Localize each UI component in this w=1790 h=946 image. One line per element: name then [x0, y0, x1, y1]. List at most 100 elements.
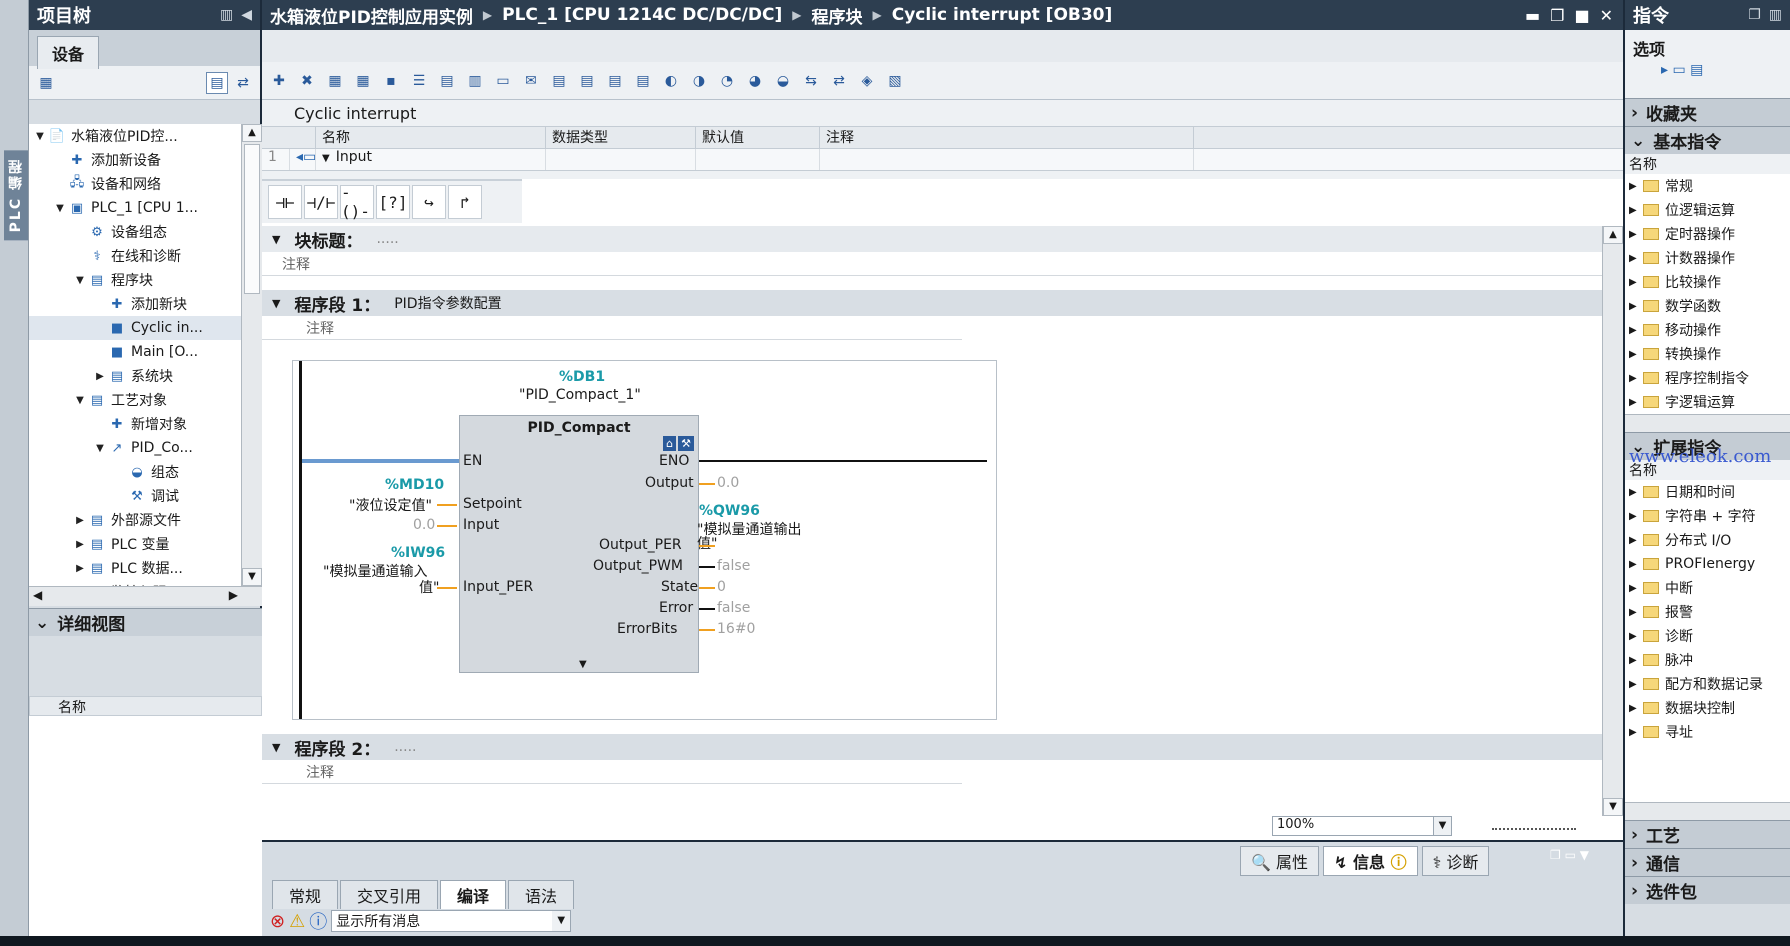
- tree-expand-icon[interactable]: ▼: [73, 275, 87, 286]
- tree-expand-icon[interactable]: ▶: [73, 515, 87, 526]
- add-row-icon[interactable]: ▦: [352, 70, 374, 92]
- tree-item[interactable]: ⚒ 调试: [29, 484, 241, 508]
- tree-item[interactable]: ▼ 📄 水箱液位PID控...: [29, 124, 241, 148]
- compare-icon[interactable]: ◈: [856, 70, 878, 92]
- scroll-down-icon[interactable]: ▼: [1603, 798, 1623, 816]
- network-2-comment[interactable]: 注释: [262, 760, 962, 784]
- instruction-folder[interactable]: ▶ 定时器操作: [1625, 222, 1790, 246]
- tree-item[interactable]: ⚙ 设备组态: [29, 220, 241, 244]
- chevron-right-icon[interactable]: ▶: [1629, 607, 1643, 618]
- basic-name-column[interactable]: 名称: [1625, 154, 1790, 174]
- scroll-right-icon[interactable]: ▶: [229, 588, 238, 602]
- instruction-folder[interactable]: ▶ 字逻辑运算: [1625, 390, 1790, 414]
- instruction-folder[interactable]: ▶ 程序控制指令: [1625, 366, 1790, 390]
- tree-vscrollbar[interactable]: ▲ ▼: [241, 124, 262, 586]
- collapse-icon[interactable]: ▼: [272, 233, 280, 246]
- output-pwm-value[interactable]: false: [717, 558, 750, 574]
- overview-icon[interactable]: ▤: [206, 71, 228, 94]
- chevron-right-icon[interactable]: ▶: [1629, 559, 1643, 570]
- list-icon[interactable]: ☰: [408, 70, 430, 92]
- chevron-right-icon[interactable]: ▶: [1629, 205, 1643, 216]
- chevron-right-icon[interactable]: ▶: [1629, 487, 1643, 498]
- goto-icon[interactable]: ⇄: [828, 70, 850, 92]
- state-value[interactable]: 0: [717, 579, 726, 595]
- instruction-folder[interactable]: ▶ 配方和数据记录: [1625, 672, 1790, 696]
- inspector-tab[interactable]: 语法: [508, 880, 575, 909]
- minimize-icon[interactable]: ▬: [1525, 6, 1540, 25]
- step-icon[interactable]: ◔: [716, 70, 738, 92]
- instruction-folder[interactable]: ▶ 报警: [1625, 600, 1790, 624]
- chevron-right-icon[interactable]: ▶: [1629, 631, 1643, 642]
- collapse-icon[interactable]: ▼: [272, 741, 280, 754]
- table-row[interactable]: 1 ◂▭ ▼ Input: [262, 149, 1623, 171]
- scroll-left-icon[interactable]: ◀: [33, 588, 42, 602]
- comment-icon[interactable]: ▭: [492, 70, 514, 92]
- column-comment[interactable]: 注释: [820, 127, 1194, 148]
- network-1-comment[interactable]: 注释: [262, 316, 962, 340]
- scroll-up-icon[interactable]: ▲: [1603, 226, 1623, 244]
- breadcrumb-program-blocks[interactable]: 程序块: [811, 3, 862, 28]
- coil-icon[interactable]: -()-: [340, 183, 374, 221]
- chevron-right-icon[interactable]: ▶: [1629, 373, 1643, 384]
- run-icon[interactable]: ⇆: [800, 70, 822, 92]
- instruction-folder[interactable]: ▶ 寻址: [1625, 720, 1790, 744]
- insert-row-icon[interactable]: ▦: [324, 70, 346, 92]
- breadcrumb-project[interactable]: 水箱液位PID控制应用实例: [270, 3, 473, 28]
- setpoint-tag[interactable]: "液位设定值": [349, 495, 432, 515]
- instruction-folder[interactable]: ▶ 转换操作: [1625, 342, 1790, 366]
- sync-icon[interactable]: ⇄: [232, 72, 254, 94]
- instruction-folder[interactable]: ▶ 计数器操作: [1625, 246, 1790, 270]
- monitor-on-icon[interactable]: ◐: [660, 70, 682, 92]
- tree-expand-icon[interactable]: ▶: [93, 371, 107, 382]
- instruction-folder[interactable]: ▶ 数学函数: [1625, 294, 1790, 318]
- chevron-right-icon[interactable]: ▶: [1629, 349, 1643, 360]
- monitor-icon[interactable]: ▪: [380, 70, 402, 92]
- panel-pin-icon[interactable]: ▥: [1769, 7, 1782, 23]
- instruction-folder[interactable]: ▶ 数据块控制: [1625, 696, 1790, 720]
- basic-hscrollbar[interactable]: [1625, 414, 1790, 432]
- breadcrumb-block[interactable]: Cyclic interrupt [OB30]: [892, 5, 1113, 25]
- panel-layout-icon[interactable]: ▥: [220, 7, 233, 23]
- chevron-right-icon[interactable]: ▶: [1629, 679, 1643, 690]
- column-default[interactable]: 默认值: [696, 127, 820, 148]
- config-icon[interactable]: ⌂: [663, 436, 677, 451]
- expand-box-icon[interactable]: ▼: [579, 659, 587, 670]
- favorites-section[interactable]: › 收藏夹: [1625, 98, 1790, 126]
- navigate-icon[interactable]: ▤: [604, 70, 626, 92]
- zoom-select[interactable]: 100% ▼: [1272, 816, 1452, 836]
- chevron-right-icon[interactable]: ▶: [1629, 325, 1643, 336]
- basic-instructions-section[interactable]: ⌄ 基本指令: [1625, 126, 1790, 154]
- scroll-down-icon[interactable]: ▼: [242, 568, 262, 586]
- chevron-right-icon[interactable]: ▶: [1629, 397, 1643, 408]
- boxes-icon[interactable]: ▤: [436, 70, 458, 92]
- warning-filter-icon[interactable]: ⚠: [289, 911, 305, 932]
- insert-network-icon[interactable]: ✚: [268, 70, 290, 92]
- tree-item[interactable]: ▶ ▤ 外部源文件: [29, 508, 241, 532]
- step-out-icon[interactable]: ◒: [772, 70, 794, 92]
- communication-section[interactable]: › 通信: [1625, 848, 1790, 876]
- tree-item[interactable]: ▼ ▣ PLC_1 [CPU 1...: [29, 196, 241, 220]
- tree-item[interactable]: ▶ ▤ PLC 数据...: [29, 556, 241, 580]
- tree-item[interactable]: ◒ 组态: [29, 460, 241, 484]
- technology-section[interactable]: › 工艺: [1625, 820, 1790, 848]
- instruction-folder[interactable]: ▶ 移动操作: [1625, 318, 1790, 342]
- editor-vscrollbar[interactable]: ▲ ▼: [1602, 226, 1623, 816]
- tree-item[interactable]: ■ Main [O...: [29, 340, 241, 364]
- tree-item[interactable]: ✚ 添加新块: [29, 292, 241, 316]
- chevron-right-icon[interactable]: ▶: [1629, 253, 1643, 264]
- info-filter-icon[interactable]: ⓘ: [309, 908, 327, 934]
- instruction-folder[interactable]: ▶ 字符串 + 字符: [1625, 504, 1790, 528]
- input-value[interactable]: 0.0: [413, 517, 435, 533]
- commissioning-icon[interactable]: ⚒: [678, 436, 694, 451]
- network-2-header[interactable]: ▼ 程序段 2： .....: [262, 734, 1602, 760]
- instruction-folder[interactable]: ▶ 位逻辑运算: [1625, 198, 1790, 222]
- tree-expand-icon[interactable]: ▼: [53, 203, 67, 214]
- chevron-right-icon[interactable]: ▶: [1629, 583, 1643, 594]
- dropdown-icon[interactable]: ▼: [1433, 817, 1451, 835]
- instruction-folder[interactable]: ▶ 中断: [1625, 576, 1790, 600]
- block-title-row[interactable]: ▼ 块标题： .....: [262, 226, 1602, 252]
- tree-expand-icon[interactable]: ▶: [73, 539, 87, 550]
- inspector-tab[interactable]: 交叉引用: [340, 880, 439, 909]
- restore-icon[interactable]: ❐: [1550, 6, 1564, 25]
- tree-hscrollbar[interactable]: ◀ ▶: [29, 586, 262, 606]
